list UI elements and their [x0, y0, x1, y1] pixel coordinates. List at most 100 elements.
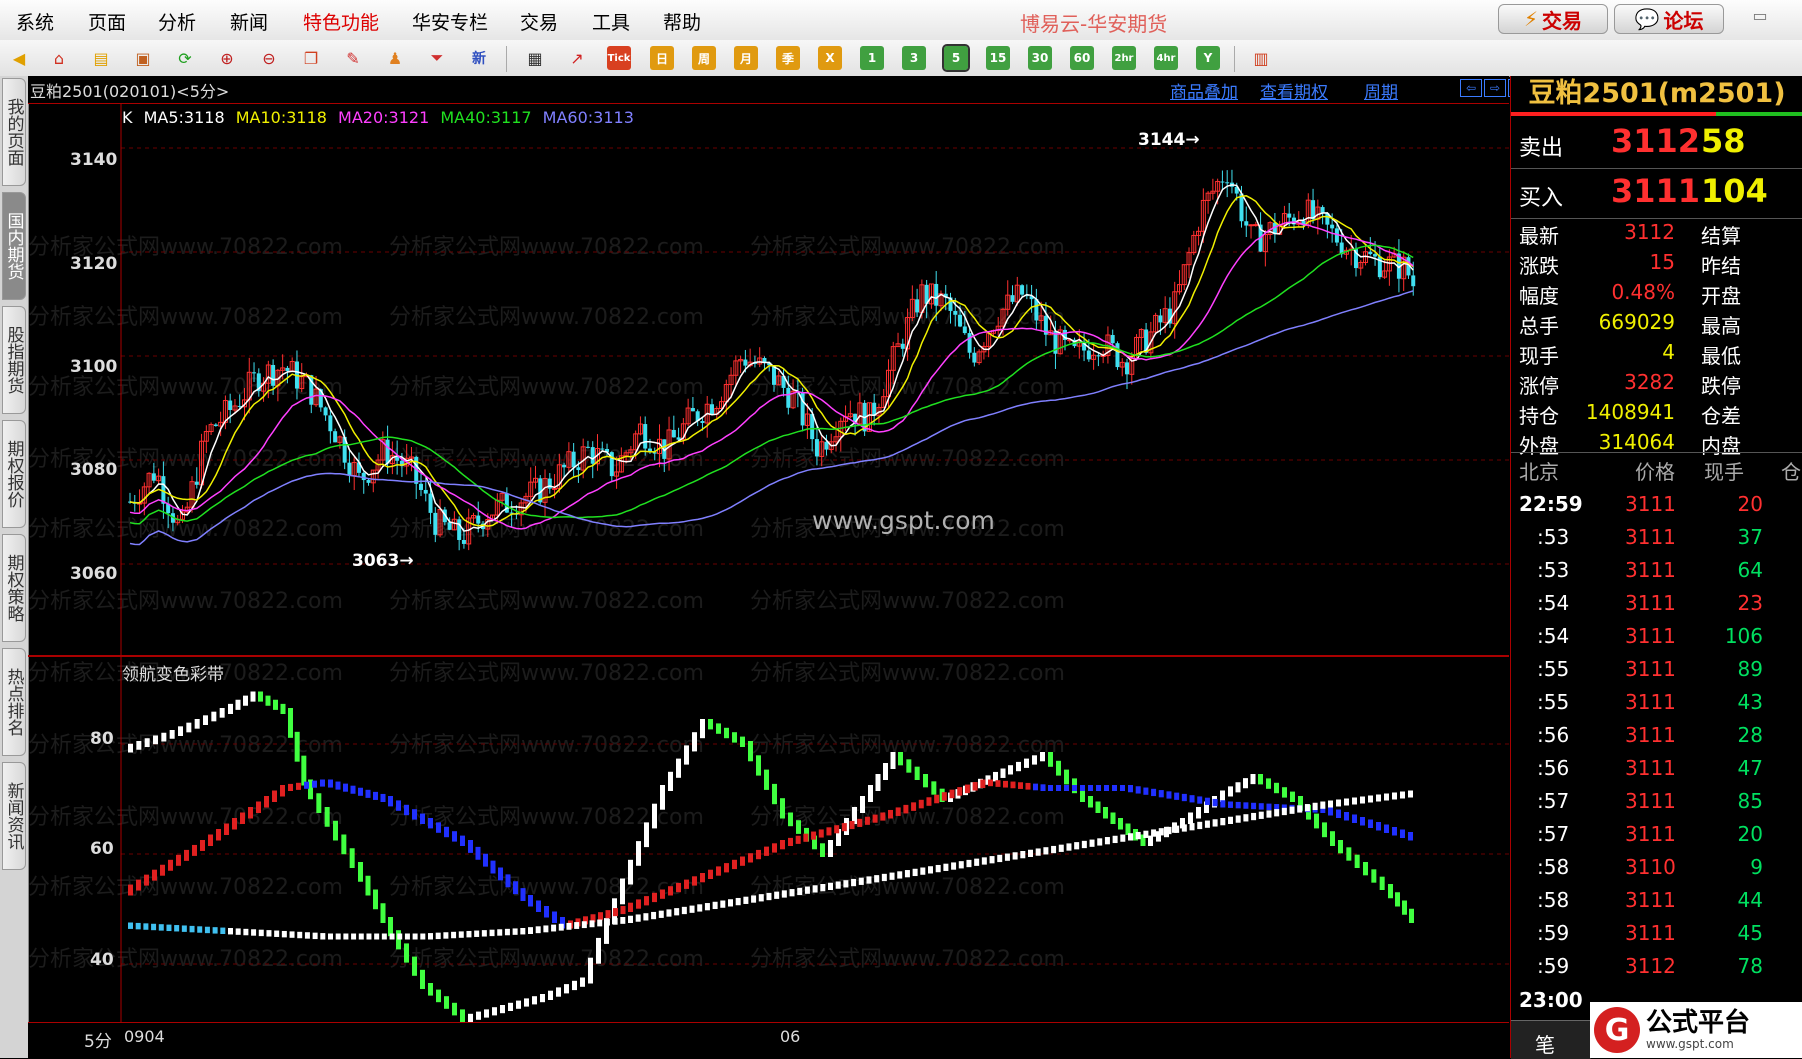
menu-trade[interactable]: 交易	[520, 8, 558, 35]
tab-option-strategy[interactable]: 期权策略	[2, 534, 26, 642]
candle-body	[252, 372, 257, 374]
minimize-icon[interactable]: ▭	[1745, 6, 1775, 30]
refresh-icon[interactable]: ⟳	[172, 45, 198, 71]
filter-icon[interactable]: ⏷	[424, 45, 450, 71]
period-x[interactable]: X	[818, 46, 842, 70]
tab-my-page[interactable]: 我的页面	[2, 78, 26, 186]
period-4hr[interactable]: 4hr	[1154, 46, 1178, 70]
calendar-icon[interactable]: ▥	[1248, 45, 1274, 71]
ribbon-slow	[818, 829, 824, 838]
ribbon-slow	[949, 789, 955, 799]
menu-tools[interactable]: 工具	[592, 8, 630, 35]
period-day[interactable]: 日	[650, 46, 674, 70]
overlay-link[interactable]: 商品叠加	[1170, 78, 1238, 103]
period-week[interactable]: 周	[692, 46, 716, 70]
ribbon-fast	[732, 732, 737, 743]
menu-analysis[interactable]: 分析	[158, 8, 196, 35]
period-1min[interactable]: 1	[860, 46, 884, 70]
ribbon-slow	[1384, 824, 1389, 833]
zoom-in-icon[interactable]: ⊕	[214, 45, 240, 71]
candle-body	[1244, 221, 1249, 226]
ribbon-slow	[160, 864, 165, 876]
menu-news[interactable]: 新闻	[230, 8, 268, 35]
forum-button[interactable]: 💬 论坛	[1614, 4, 1724, 34]
candle-body	[571, 451, 576, 468]
menu-page[interactable]: 页面	[88, 8, 126, 35]
period-year[interactable]: Y	[1196, 46, 1220, 70]
ribbon-slow	[1040, 784, 1046, 791]
buy-row: 买入 3111 104	[1511, 168, 1802, 219]
ribbon-fast	[219, 708, 225, 718]
note-icon[interactable]: ▤	[88, 45, 114, 71]
candle-body	[333, 431, 338, 443]
bell-icon[interactable]: ♟	[382, 45, 408, 71]
ribbon-base	[743, 896, 749, 904]
window-icon[interactable]: ❐	[298, 45, 324, 71]
candle-body	[1253, 224, 1259, 227]
ribbon-fast	[468, 1013, 473, 1022]
ribbon-base	[1274, 809, 1280, 817]
ribbon-slow	[692, 876, 697, 886]
table-icon[interactable]: ▦	[522, 45, 548, 71]
scroll-left-icon[interactable]: ⇦	[1460, 79, 1482, 97]
trade-button[interactable]: ⚡ 交易	[1498, 4, 1608, 34]
zoom-out-icon[interactable]: ⊖	[256, 45, 282, 71]
period-15min[interactable]: 15	[986, 46, 1010, 70]
ribbon-base	[1020, 851, 1026, 859]
ribbon-slow	[872, 814, 878, 823]
tab-index-futures[interactable]: 股指期货	[2, 306, 26, 414]
period-30min[interactable]: 30	[1028, 46, 1052, 70]
tick-row: :56 3111 47	[1511, 752, 1802, 785]
tick-time: :58	[1537, 855, 1570, 879]
ribbon-fast	[620, 878, 625, 905]
pen-icon[interactable]: ✎	[340, 45, 366, 71]
home-icon[interactable]: ⌂	[46, 45, 72, 71]
period-2hr[interactable]: 2hr	[1112, 46, 1136, 70]
ribbon-base	[751, 895, 757, 903]
line-chart-icon[interactable]: ↗	[564, 45, 590, 71]
ribbon-base	[712, 901, 718, 910]
tab-hot-ranking[interactable]: 热点排名	[2, 648, 26, 756]
news-icon[interactable]: 新	[466, 45, 492, 71]
ribbon-base	[789, 889, 795, 897]
bottom-tab-ticks[interactable]: 笔	[1511, 1020, 1591, 1059]
ribbon-slow	[136, 879, 141, 891]
menu-huaan[interactable]: 华安专栏	[412, 8, 488, 35]
period-60min[interactable]: 60	[1070, 46, 1094, 70]
period-5min[interactable]: 5	[942, 44, 970, 72]
ribbon-base	[428, 933, 433, 940]
period-link[interactable]: 周期	[1364, 78, 1398, 103]
options-link[interactable]: 查看期权	[1260, 78, 1328, 103]
ribbon-base	[843, 880, 849, 888]
period-quarter[interactable]: 季	[776, 46, 800, 70]
ribbon-fast	[412, 956, 417, 976]
left-side-tabs: 我的页面 国内期货 股指期货 期权报价 期权策略 热点排名 新闻资讯	[0, 76, 29, 1058]
high-value: 3144	[1138, 130, 1186, 150]
ribbon-fast	[194, 719, 200, 729]
candle-body	[562, 464, 567, 468]
ribbon-base	[1058, 844, 1064, 852]
back-arrow-icon[interactable]: ◀	[6, 45, 32, 71]
tab-label: 热点排名	[3, 668, 24, 736]
chart-area[interactable]: 分析家公式网www.70822.com 分析家公式网www.70822.com 分析…	[28, 104, 1509, 1022]
tab-domestic-futures[interactable]: 国内期货	[2, 192, 26, 300]
ribbon-fast	[692, 732, 697, 752]
news-board-icon[interactable]: ▣	[130, 45, 156, 71]
ribbon-base	[1360, 796, 1365, 804]
menu-help[interactable]: 帮助	[663, 8, 701, 35]
ribbon-base	[974, 858, 980, 866]
period-3min[interactable]: 3	[902, 46, 926, 70]
menu-special[interactable]: 特色功能	[303, 8, 379, 35]
period-tick[interactable]: Tick	[607, 46, 631, 70]
ribbon-base	[512, 928, 518, 935]
ribbon-slow	[864, 816, 870, 825]
scroll-right-icon[interactable]: ⇨	[1484, 79, 1506, 97]
tab-news[interactable]: 新闻资讯	[2, 762, 26, 870]
quote-panel: 豆粕2501(m2501) 卖出 3112 58 买入 3111 104 最新 3…	[1510, 76, 1802, 1059]
period-month[interactable]: 月	[734, 46, 758, 70]
ribbon-base	[874, 875, 880, 883]
tab-option-quotes[interactable]: 期权报价	[2, 420, 26, 528]
ribbon-slow	[780, 840, 785, 850]
ribbon-slow	[772, 843, 777, 853]
menu-system[interactable]: 系统	[16, 8, 54, 35]
